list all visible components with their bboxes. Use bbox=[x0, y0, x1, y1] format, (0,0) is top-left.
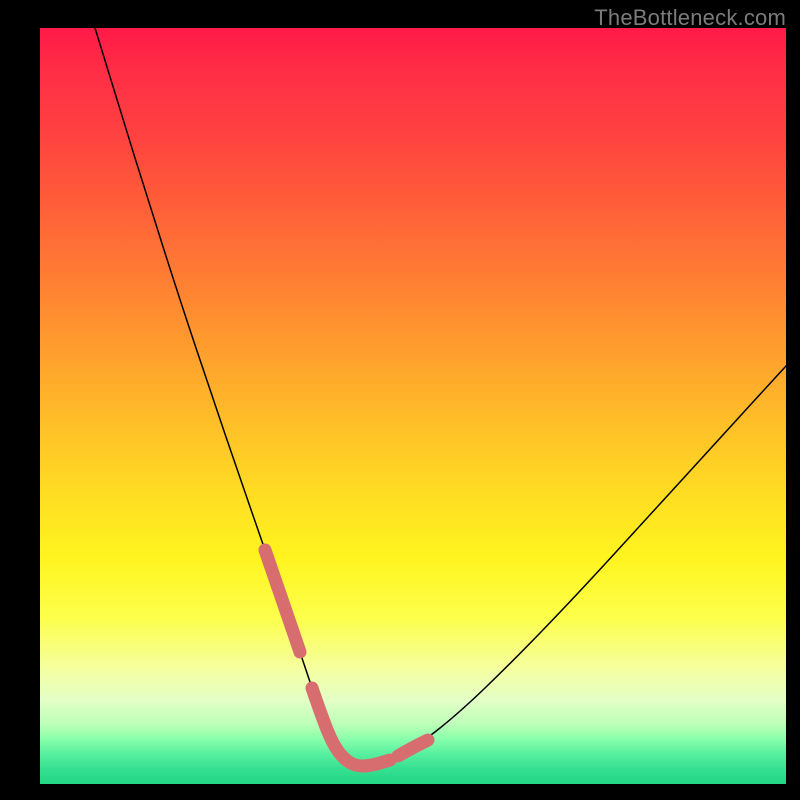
highlight-segment-0 bbox=[265, 550, 300, 652]
plot-area bbox=[40, 28, 786, 784]
bottleneck-curve bbox=[95, 28, 786, 766]
watermark-text: TheBottleneck.com bbox=[594, 5, 786, 31]
chart-frame: TheBottleneck.com bbox=[0, 0, 800, 800]
curve-svg bbox=[40, 28, 786, 784]
highlight-segment-2 bbox=[398, 740, 428, 756]
highlight-group bbox=[265, 550, 428, 766]
highlight-segment-1 bbox=[312, 688, 390, 766]
